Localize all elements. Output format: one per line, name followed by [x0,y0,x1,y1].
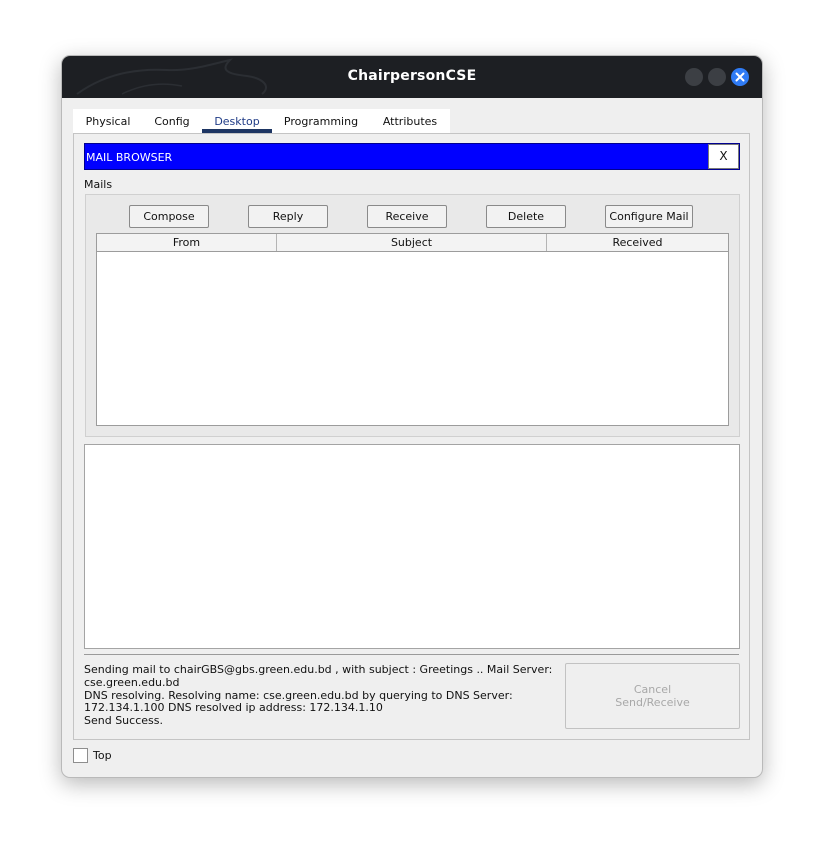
delete-button[interactable]: Delete [486,205,566,228]
title-bar[interactable]: ChairpersonCSE [62,56,762,98]
mails-panel: Compose Reply Receive Delete Configure M… [85,194,740,437]
desktop-content: MAIL BROWSER X Mails Compose Reply Recei… [73,133,750,740]
mail-browser-title: MAIL BROWSER [86,151,173,164]
tab-bar: Physical Config Desktop Programming Attr… [73,109,450,133]
mails-label: Mails [84,178,113,191]
column-header-received[interactable]: Received [547,234,728,251]
cancel-button-label: Cancel Send/Receive [615,683,690,709]
maximize-button[interactable] [708,68,726,86]
mail-table[interactable]: From Subject Received [96,233,729,426]
tab-attributes[interactable]: Attributes [370,109,450,133]
mail-browser-close-button[interactable]: X [708,144,739,169]
receive-button[interactable]: Receive [367,205,447,228]
mail-browser-header: MAIL BROWSER X [84,143,740,170]
compose-button[interactable]: Compose [129,205,209,228]
tab-config[interactable]: Config [143,109,201,133]
tab-physical[interactable]: Physical [73,109,143,133]
mail-table-header: From Subject Received [97,234,728,252]
cancel-send-receive-button[interactable]: Cancel Send/Receive [565,663,740,729]
top-checkbox[interactable] [73,748,88,763]
top-checkbox-label: Top [93,749,112,762]
minimize-button[interactable] [685,68,703,86]
divider [84,654,739,655]
close-icon [735,72,745,82]
configure-mail-button[interactable]: Configure Mail [605,205,693,228]
column-header-subject[interactable]: Subject [277,234,547,251]
mail-preview-area[interactable] [84,444,740,649]
close-window-button[interactable] [731,68,749,86]
tab-desktop[interactable]: Desktop [202,109,272,133]
window-title: ChairpersonCSE [347,68,477,84]
status-log: Sending mail to chairGBS@gbs.green.edu.b… [84,663,553,728]
tab-programming[interactable]: Programming [273,109,369,133]
app-window: ChairpersonCSE Physical Config Desktop P… [61,55,763,778]
reply-button[interactable]: Reply [248,205,328,228]
column-header-from[interactable]: From [97,234,277,251]
